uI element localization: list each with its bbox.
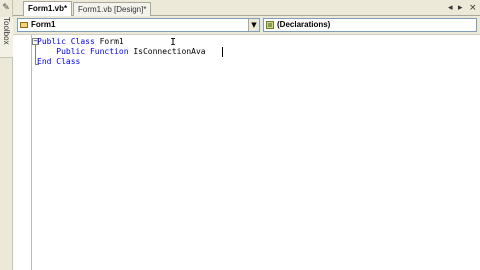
declarations-icon — [266, 21, 274, 29]
indent-token — [37, 47, 56, 56]
navigation-bar: Form1 ▼ (Declarations) — [13, 16, 480, 35]
code-line-2[interactable]: Public Function IsConnectionAva — [37, 47, 206, 57]
tab-form1-design[interactable]: Form1.vb [Design]* — [73, 2, 152, 16]
class-name-dropdown[interactable]: Form1 ▼ — [17, 18, 260, 32]
keyword-token: Public Class — [37, 37, 95, 46]
close-icon[interactable]: × — [469, 3, 477, 13]
toolbox-panel[interactable]: ✎ Toolbox — [0, 0, 13, 270]
chevron-down-icon[interactable]: ▼ — [248, 19, 259, 31]
toolbox-tab[interactable]: Toolbox — [0, 17, 13, 58]
pin-icon[interactable]: ✎ — [1, 3, 11, 14]
keyword-token: End Class — [37, 57, 81, 66]
tab-form1-code[interactable]: Form1.vb* — [23, 1, 73, 17]
identifier-token: IsConnectionAva — [128, 47, 206, 56]
method-name-dropdown[interactable]: (Declarations) — [263, 18, 477, 32]
class-name-value: Form1 — [31, 20, 56, 29]
document-tabstrip: Form1.vb* Form1.vb [Design]* ◂ ▸ × — [13, 0, 480, 17]
identifier-token: Form1 — [94, 37, 124, 46]
method-name-value: (Declarations) — [277, 20, 331, 29]
code-line-3[interactable]: End Class — [37, 57, 80, 67]
ibeam-cursor-icon: I — [170, 37, 177, 48]
editor-margin-divider — [31, 35, 32, 270]
scroll-right-icon[interactable]: ▸ — [458, 3, 463, 13]
keyword-token: Public Function — [56, 47, 129, 56]
code-line-1[interactable]: Public Class Form1 — [37, 37, 124, 47]
class-icon — [20, 22, 28, 28]
code-editor[interactable]: − Public Class Form1 Public Function IsC… — [13, 35, 480, 270]
outline-guide — [35, 45, 36, 64]
scroll-left-icon[interactable]: ◂ — [448, 3, 453, 13]
text-caret — [222, 47, 223, 57]
